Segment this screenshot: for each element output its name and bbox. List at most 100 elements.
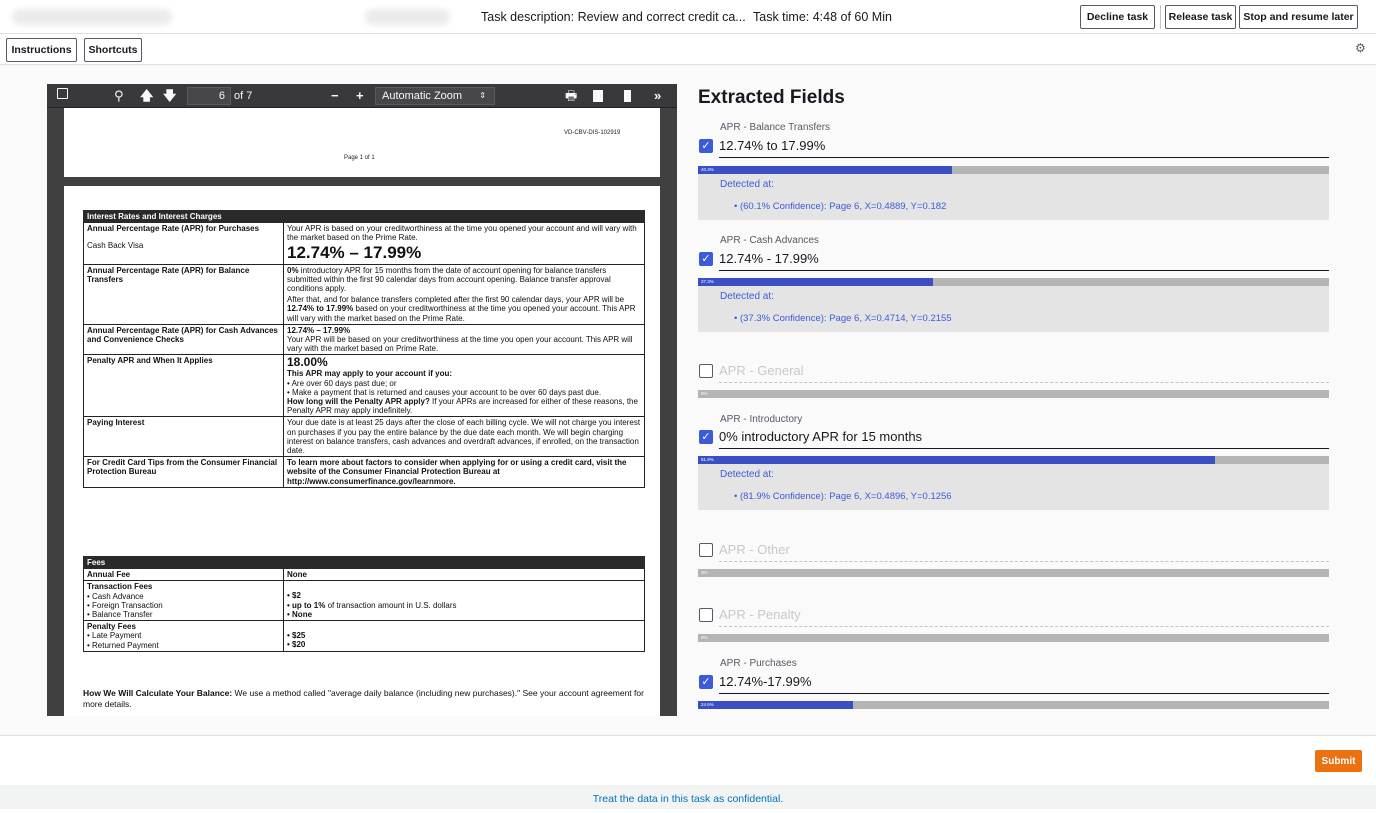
field-label: APR - Introductory xyxy=(720,414,803,425)
field-placeholder[interactable]: APR - General xyxy=(719,363,804,378)
button-divider xyxy=(1160,5,1161,29)
document-id: VD-CBV-DIS-102919 xyxy=(564,130,621,136)
field-checkbox[interactable] xyxy=(699,364,713,378)
zoom-in-plus-icon[interactable]: + xyxy=(356,88,364,104)
field-dashed-underline xyxy=(719,626,1329,627)
field-checkbox[interactable]: ✓ xyxy=(699,252,713,266)
field-value[interactable]: 12.74%-17.99% xyxy=(719,674,812,689)
task-time: Task time: 4:48 of 60 Min xyxy=(753,10,892,24)
field-value[interactable]: 0% introductory APR for 15 months xyxy=(719,429,922,444)
cash-advance-apr-cell: 12.74% – 17.99% Your APR will be based on… xyxy=(283,323,645,356)
field-checkbox[interactable] xyxy=(699,543,713,557)
top-bar: Task description: Review and correct cre… xyxy=(0,0,1376,34)
balance-calculation-text: How We Will Calculate Your Balance: We u… xyxy=(83,688,644,709)
shortcuts-button[interactable]: Shortcuts xyxy=(84,38,142,62)
detected-at-label: Detected at: xyxy=(720,291,774,302)
transaction-fees-label: Transaction Fees • Cash Advance • Foreig… xyxy=(83,580,284,622)
decline-task-button[interactable]: Decline task xyxy=(1080,5,1155,29)
zoom-select[interactable]: Automatic Zoom ⇕ xyxy=(375,87,495,105)
field-underline xyxy=(719,157,1329,158)
annual-fee-value: None xyxy=(283,568,645,582)
confidence-fill xyxy=(698,701,854,709)
interest-rates-table: Interest Rates and Interest Charges Annu… xyxy=(83,209,645,488)
field-value[interactable]: 12.74% - 17.99% xyxy=(719,251,819,266)
penalty-apr-cell: 18.00% This APR may apply to your accoun… xyxy=(283,354,645,418)
field-apr-other: APR - Other 0% xyxy=(698,541,1329,581)
field-placeholder[interactable]: APR - Penalty xyxy=(719,607,801,622)
more-tools-chevrons-icon[interactable]: » xyxy=(654,88,661,104)
field-checkbox[interactable]: ✓ xyxy=(699,675,713,689)
confidence-percent: 0% xyxy=(701,635,708,640)
cash-advance-apr-label: Annual Percentage Rate (APR) for Cash Ad… xyxy=(83,323,284,356)
penalty-fees-values: • $25 • $20 xyxy=(283,620,645,652)
purchases-apr-rate: 12.74% – 17.99% xyxy=(287,242,422,262)
confidence-fill xyxy=(698,456,1215,464)
field-placeholder[interactable]: APR - Other xyxy=(719,542,790,557)
confidence-percent: 0% xyxy=(701,391,708,396)
field-underline xyxy=(719,448,1329,449)
checkmark-icon: ✓ xyxy=(701,253,711,265)
checkmark-icon: ✓ xyxy=(701,676,711,688)
field-value[interactable]: 12.74% to 17.99% xyxy=(719,138,825,153)
page-number-input[interactable]: 6 xyxy=(187,87,231,105)
blurred-task-id xyxy=(365,9,450,25)
field-apr-general: APR - General 0% xyxy=(698,362,1329,402)
next-page-arrow-icon[interactable]: 🡇 xyxy=(163,88,176,104)
page-count-label: of 7 xyxy=(234,90,253,102)
detected-at-label: Detected at: xyxy=(720,179,774,190)
field-label: APR - Balance Transfers xyxy=(720,122,831,133)
field-checkbox[interactable]: ✓ xyxy=(699,139,713,153)
paying-interest-cell: Your due date is at least 25 days after … xyxy=(283,416,645,458)
detected-at-label: Detected at: xyxy=(720,469,774,480)
find-search-icon[interactable]: ⚲ xyxy=(114,88,124,104)
interest-table-header: Interest Rates and Interest Charges xyxy=(83,209,645,224)
field-label: APR - Cash Advances xyxy=(720,235,819,246)
purchases-apr-label: Annual Percentage Rate (APR) for Purchas… xyxy=(83,222,284,265)
detection-location-link[interactable]: • (81.9% Confidence): Page 6, X=0.4896, … xyxy=(734,491,952,502)
sub-toolbar: Instructions Shortcuts xyxy=(0,34,1376,65)
confidence-fill xyxy=(698,278,934,286)
confidence-bar: 40.3% xyxy=(698,166,1329,174)
download-document-icon[interactable] xyxy=(593,90,603,102)
release-task-button[interactable]: Release task xyxy=(1165,5,1236,29)
confidential-notice: Treat the data in this task as confident… xyxy=(0,785,1376,809)
select-arrows-icon: ⇕ xyxy=(479,91,486,100)
instructions-button[interactable]: Instructions xyxy=(6,38,77,62)
field-underline xyxy=(719,693,1329,694)
detection-location-link[interactable]: • (37.3% Confidence): Page 6, X=0.4714, … xyxy=(734,313,952,324)
transaction-fees-values: • $2 • up to 1% of transaction amount in… xyxy=(283,580,645,622)
stop-and-resume-button[interactable]: Stop and resume later xyxy=(1239,5,1358,29)
confidence-percent: 24.6% xyxy=(701,702,714,707)
confidence-percent: 0% xyxy=(701,570,708,575)
settings-gear-icon[interactable]: ⚙ xyxy=(1355,42,1367,54)
detection-location-link[interactable]: • (60.1% Confidence): Page 6, X=0.4889, … xyxy=(734,201,946,212)
blurred-worker-id xyxy=(12,9,172,25)
confidence-bar: 0% xyxy=(698,634,1329,642)
pdf-toolbar: ⚲ 🡅 🡇 6 of 7 − + Automatic Zoom ⇕ 🖶 » xyxy=(47,84,677,108)
cfpb-tips-label: For Credit Card Tips from the Consumer F… xyxy=(83,456,284,488)
field-checkbox[interactable] xyxy=(699,608,713,622)
sidebar-toggle-icon[interactable] xyxy=(57,88,68,99)
footer-bar xyxy=(0,735,1376,785)
confidence-bar: 0% xyxy=(698,569,1329,577)
field-apr-purchases: APR - Purchases ✓ 12.74%-17.99% 24.6% xyxy=(698,658,1329,716)
confidence-bar: 24.6% xyxy=(698,701,1329,709)
print-icon[interactable]: 🖶 xyxy=(565,88,577,104)
zoom-out-minus-icon[interactable]: − xyxy=(331,88,339,104)
field-checkbox[interactable]: ✓ xyxy=(699,430,713,444)
bookmark-icon[interactable] xyxy=(624,90,631,102)
confidence-bar: 81.9% xyxy=(698,456,1329,464)
detected-at-box: Detected at: • (37.3% Confidence): Page 6… xyxy=(698,286,1329,332)
field-apr-penalty: APR - Penalty 0% xyxy=(698,606,1329,646)
pdf-page-previous: VD-CBV-DIS-102919 Page 1 of 1 xyxy=(64,108,660,177)
previous-page-arrow-icon[interactable]: 🡅 xyxy=(140,88,153,104)
submit-button[interactable]: Submit xyxy=(1315,750,1362,772)
page-footer-text: Page 1 of 1 xyxy=(344,155,375,161)
fees-table: Fees Annual Fee None Transaction Fees • … xyxy=(83,555,645,652)
balance-transfer-apr-label: Annual Percentage Rate (APR) for Balance… xyxy=(83,263,284,325)
field-apr-balance-transfers: APR - Balance Transfers ✓ 12.74% to 17.9… xyxy=(698,122,1329,222)
paying-interest-label: Paying Interest xyxy=(83,416,284,458)
penalty-fees-label: Penalty Fees • Late Payment • Returned P… xyxy=(83,620,284,652)
checkmark-icon: ✓ xyxy=(701,431,711,443)
fees-table-header: Fees xyxy=(83,555,645,570)
